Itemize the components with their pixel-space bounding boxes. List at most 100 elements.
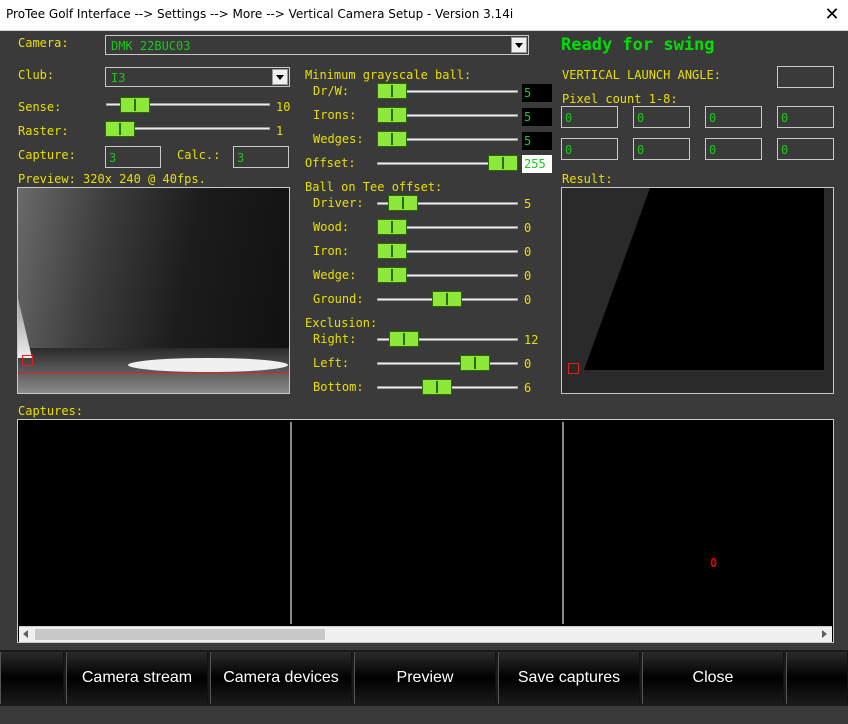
calc-label: Calc.: [177, 148, 221, 162]
raster-slider-thumb[interactable] [105, 121, 135, 137]
wedge-slider-thumb[interactable] [377, 267, 407, 283]
camera-stream-button[interactable]: Camera stream [66, 652, 208, 704]
pixel-count-value: 0 [565, 111, 573, 125]
camera-devices-button[interactable]: Camera devices [210, 652, 352, 704]
wedge-value: 0 [524, 269, 532, 283]
iron-value: 0 [524, 245, 532, 259]
exclusion-left-slider-thumb[interactable] [460, 355, 490, 371]
exclusion-bottom-value: 6 [524, 381, 532, 395]
result-marker [568, 363, 579, 374]
captures-scrollbar[interactable] [19, 626, 832, 642]
pixel-count-box: 0 [777, 106, 834, 128]
offset-value-box: 255 [522, 155, 552, 173]
capture-input[interactable]: 3 [105, 146, 161, 168]
close-button[interactable]: Close [642, 652, 784, 704]
wedges-value: 5 [524, 134, 532, 148]
driver-value: 5 [524, 197, 532, 211]
captures-label: Captures: [18, 404, 84, 418]
capture-frame-1 [20, 422, 292, 624]
pixel-count-box: 0 [633, 138, 690, 160]
wood-value: 0 [524, 221, 532, 235]
capture-frame-3: 0 [564, 422, 833, 624]
chevron-down-icon[interactable] [272, 69, 288, 85]
status-text: Ready for swing [561, 35, 715, 55]
save-captures-button[interactable]: Save captures [498, 652, 640, 704]
toolbar-spacer-left [0, 652, 64, 704]
title-bar: ProTee Golf Interface --> Settings --> M… [0, 0, 848, 31]
scrollbar-thumb[interactable] [35, 629, 325, 640]
iron-label: Iron: [313, 244, 350, 258]
exclusion-bottom-label: Bottom: [313, 380, 364, 394]
tee-offset-title: Ball on Tee offset: [305, 180, 443, 194]
exclusion-right-slider-thumb[interactable] [389, 331, 419, 347]
capture-frame-2 [292, 422, 564, 624]
camera-select[interactable]: DMK 22BUC03 [105, 35, 529, 55]
window-bottom-edge [0, 706, 848, 724]
result-shape [584, 188, 824, 370]
wedge-label: Wedge: [313, 268, 357, 282]
pixel-count-value: 0 [637, 143, 645, 157]
pixel-count-label: Pixel count 1-8: [562, 92, 678, 106]
sense-slider-thumb[interactable] [120, 97, 150, 113]
window-title: ProTee Golf Interface --> Settings --> M… [6, 7, 514, 21]
wood-slider-thumb[interactable] [377, 219, 407, 235]
pixel-count-value: 0 [781, 111, 789, 125]
drw-value-box: 5 [522, 84, 552, 102]
camera-label: Camera: [18, 36, 69, 50]
preview-label: Preview: 320x 240 @ 40fps. [18, 172, 206, 186]
calc-input-value: 3 [237, 151, 245, 165]
exclusion-right-label: Right: [313, 332, 357, 346]
exclusion-left-value: 0 [524, 357, 532, 371]
exclusion-bottom-slider-thumb[interactable] [422, 379, 452, 395]
pixel-count-box: 0 [705, 138, 762, 160]
drw-slider-thumb[interactable] [377, 83, 407, 99]
iron-slider-thumb[interactable] [377, 243, 407, 259]
wedges-value-box: 5 [522, 132, 552, 150]
pixel-count-value: 0 [637, 111, 645, 125]
irons-value: 5 [524, 110, 532, 124]
irons-value-box: 5 [522, 108, 552, 126]
irons-label: Irons: [313, 108, 357, 122]
vla-label: VERTICAL LAUNCH ANGLE: [562, 68, 721, 82]
exclusion-line [18, 372, 289, 373]
detection-marker [22, 355, 33, 366]
result-label: Result: [562, 172, 613, 186]
pixel-count-value: 0 [781, 143, 789, 157]
club-label: Club: [18, 68, 55, 82]
offset-slider-thumb[interactable] [488, 155, 518, 171]
capture-marker-text: 0 [710, 556, 718, 570]
wedges-label: Wedges: [313, 132, 364, 146]
sense-value: 10 [276, 100, 291, 114]
calc-input[interactable]: 3 [233, 146, 289, 168]
wedges-slider-thumb[interactable] [377, 131, 407, 147]
drw-label: Dr/W: [313, 84, 350, 98]
ground-slider-thumb[interactable] [432, 291, 462, 307]
offset-value: 255 [524, 157, 546, 171]
exclusion-title: Exclusion: [305, 316, 378, 330]
toolbar-spacer-right [786, 652, 848, 704]
chevron-down-icon[interactable] [511, 37, 527, 53]
drw-value: 5 [524, 86, 532, 100]
scroll-right-icon[interactable] [817, 627, 832, 642]
white-glare [128, 358, 288, 372]
close-window-icon[interactable]: ✕ [820, 3, 844, 27]
ground-label: Ground: [313, 292, 364, 306]
scroll-left-icon[interactable] [19, 627, 34, 642]
preview-button[interactable]: Preview [354, 652, 496, 704]
exclusion-left-slider-track[interactable] [377, 362, 518, 365]
pixel-count-box: 0 [633, 106, 690, 128]
driver-slider-thumb[interactable] [388, 195, 418, 211]
club-select[interactable]: I3 [105, 67, 290, 87]
pixel-count-value: 0 [565, 143, 573, 157]
pixel-count-box: 0 [705, 106, 762, 128]
irons-slider-thumb[interactable] [377, 107, 407, 123]
vla-value-box [777, 66, 834, 88]
pixel-count-box: 0 [561, 138, 618, 160]
pixel-count-value: 0 [709, 143, 717, 157]
pixel-count-box: 0 [561, 106, 618, 128]
wood-label: Wood: [313, 220, 350, 234]
raster-label: Raster: [18, 124, 69, 138]
driver-label: Driver: [313, 196, 364, 210]
pixel-count-value: 0 [709, 111, 717, 125]
captures-panel: 0 [17, 419, 834, 643]
